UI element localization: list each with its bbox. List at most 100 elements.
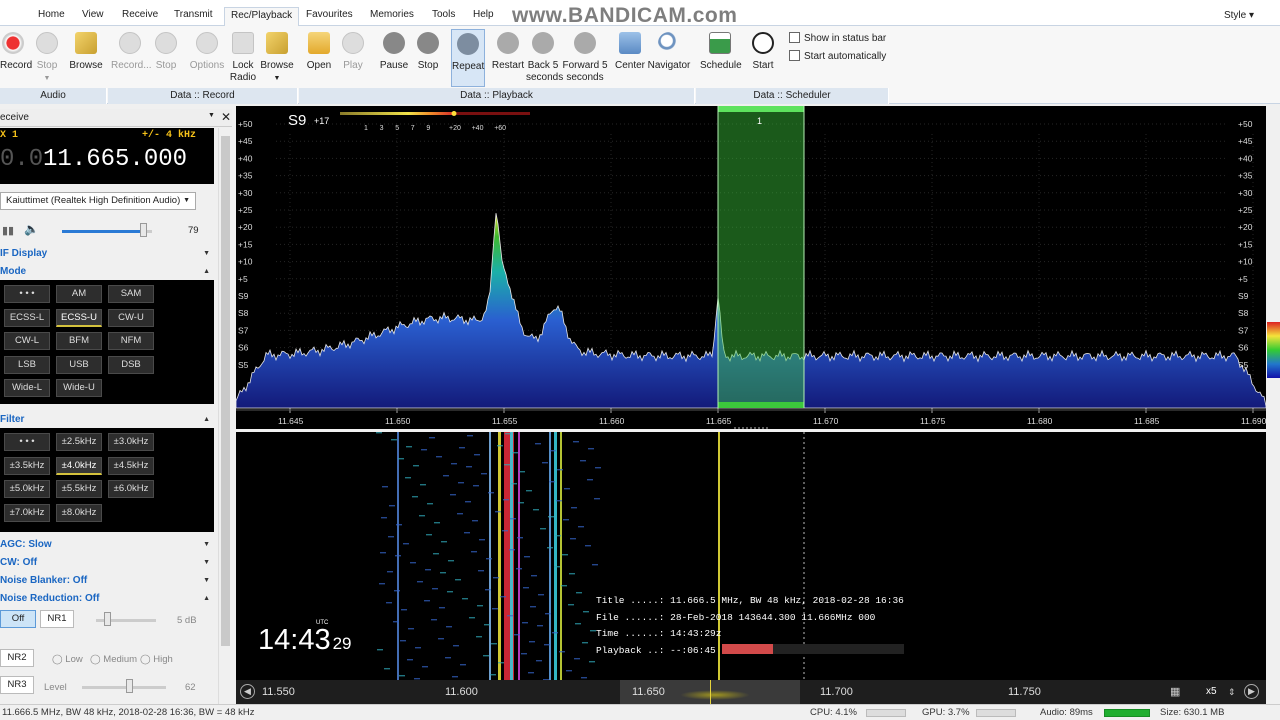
data-record-button[interactable]: Record...	[111, 32, 152, 72]
audio-device-select[interactable]: Kaiuttimet (Realtek High Definition Audi…	[0, 192, 196, 210]
back-5-seconds-button[interactable]: Back 5 seconds	[526, 32, 563, 84]
filter-5.0khz-button[interactable]: ±5.0kHz	[4, 480, 50, 498]
mode-cw-u-button[interactable]: CW-U	[108, 308, 154, 327]
mode-bfm-button[interactable]: BFM	[56, 332, 102, 350]
mode-wide-l-button[interactable]: Wide-L	[4, 379, 50, 397]
filter-4.5khz-button[interactable]: ±4.5kHz	[108, 456, 154, 475]
zoom-value[interactable]: x5	[1206, 686, 1217, 697]
style-menu[interactable]: Style ▾	[1224, 10, 1254, 21]
waterfall-noise-dash	[530, 606, 536, 608]
zoom-fit-icon[interactable]: ▦	[1170, 685, 1180, 698]
left-panel-scrollbar[interactable]	[218, 128, 232, 704]
nr-off-button[interactable]: Off	[0, 610, 36, 628]
playback-stop-button[interactable]: Stop	[414, 32, 442, 72]
filter-3.0khz-button[interactable]: ±3.0kHz	[108, 433, 154, 451]
mode-header[interactable]: Mode ▲	[0, 264, 216, 280]
playback-progress-track[interactable]	[722, 644, 904, 654]
zoom-spin-icon[interactable]: ⇕	[1228, 687, 1236, 698]
center-button[interactable]: Center	[614, 32, 646, 72]
filter-2.5khz-button[interactable]: ±2.5kHz	[56, 433, 102, 451]
waterfall-noise-dash	[436, 456, 442, 458]
data-stop-button[interactable]: Stop	[153, 32, 179, 72]
filter-header[interactable]: Filter ▲	[0, 412, 216, 428]
tab-home[interactable]: Home	[38, 9, 65, 20]
volume-slider-thumb[interactable]	[140, 223, 147, 237]
mode-ecss-l-button[interactable]: ECSS-L	[4, 308, 50, 327]
mode-wide-u-button[interactable]: Wide-U	[56, 379, 102, 397]
open-button[interactable]: Open	[304, 32, 334, 72]
mode-dsb-button[interactable]: DSB	[108, 355, 154, 374]
navigator-button[interactable]: Navigator	[647, 32, 691, 72]
tab-view[interactable]: View	[82, 9, 104, 20]
mode-cw-l-button[interactable]: CW-L	[4, 332, 50, 350]
level-slider-track[interactable]	[82, 686, 166, 689]
frequency-display[interactable]: X 1 +/- 4 kHz 0.0 11.665.000	[0, 128, 214, 184]
medium-radio[interactable]: ◯ Medium	[90, 654, 137, 665]
forward-5-seconds-button[interactable]: Forward 5 seconds	[562, 32, 608, 84]
audio-record-button[interactable]: Record	[0, 32, 32, 72]
mode-am-button[interactable]: AM	[56, 285, 102, 303]
data-browse-button[interactable]: Browse ▼	[260, 32, 294, 85]
tab-rec-playback[interactable]: Rec/Playback	[224, 7, 300, 27]
low-radio[interactable]: ◯ Low	[52, 654, 83, 665]
restart-button[interactable]: Restart	[491, 32, 525, 72]
mode-usb-button[interactable]: USB	[56, 355, 102, 374]
if-display-header[interactable]: IF Display ▼	[0, 246, 216, 262]
waterfall-noise-dash	[595, 467, 601, 469]
play-button[interactable]: Play	[340, 32, 366, 72]
close-icon[interactable]: ✕	[221, 110, 231, 124]
high-radio[interactable]: ◯ High	[140, 654, 173, 665]
nr2-button[interactable]: NR2	[0, 649, 34, 667]
nr1-slider-thumb[interactable]	[104, 612, 111, 626]
schedule-button[interactable]: Schedule	[700, 32, 742, 72]
waterfall-display[interactable]: 14:43 29 UTC Title .....: 11.666.5 MHz, B…	[236, 432, 1266, 680]
mode-sam-button[interactable]: SAM	[108, 285, 154, 303]
tab-favourites[interactable]: Favourites	[306, 9, 353, 20]
data-options-button[interactable]: Options	[188, 32, 226, 72]
nr1-button[interactable]: NR1	[40, 610, 74, 628]
frequency-value: 11.665.000	[43, 146, 188, 173]
left-panel-scroll-thumb[interactable]	[221, 136, 230, 646]
mode--button[interactable]: • • •	[4, 285, 50, 303]
tab-memories[interactable]: Memories	[370, 9, 414, 20]
filter-7.0khz-button[interactable]: ±7.0kHz	[4, 503, 50, 522]
audio-stop-button[interactable]: Stop ▼	[33, 32, 61, 85]
noise-reduction-header[interactable]: Noise Reduction: Off ▲	[0, 591, 216, 607]
level-slider-thumb[interactable]	[126, 679, 133, 693]
spectrum-display[interactable]: 1 3 5 7 9 +20 +40 +60 +50 +50 +45 +45 +40 +40 +35 +35 +3…	[236, 106, 1266, 429]
volume-slider-track[interactable]	[62, 230, 152, 233]
waterfall-noise-dash	[377, 649, 383, 651]
dropdown-arrow-icon[interactable]: ▼	[208, 112, 215, 119]
nr3-button[interactable]: NR3	[0, 676, 34, 694]
speaker-icon[interactable]: 🔈	[24, 222, 39, 236]
scroll-right-icon[interactable]: ▶	[1244, 684, 1259, 699]
filter-3.5khz-button[interactable]: ±3.5kHz	[4, 456, 50, 475]
agc-header[interactable]: AGC: Slow ▼	[0, 537, 216, 553]
noise-blanker-header[interactable]: Noise Blanker: Off ▼	[0, 573, 216, 589]
mode-nfm-button[interactable]: NFM	[108, 332, 154, 350]
cw-header[interactable]: CW: Off ▼	[0, 555, 216, 571]
tab-transmit[interactable]: Transmit	[174, 9, 213, 20]
audio-browse-button[interactable]: Browse	[68, 32, 104, 72]
filter-5.5khz-button[interactable]: ±5.5kHz	[56, 480, 102, 498]
filter-4.0khz-button[interactable]: ±4.0kHz	[56, 456, 102, 475]
restart-icon	[497, 32, 519, 54]
mode-lsb-button[interactable]: LSB	[4, 355, 50, 374]
tab-help[interactable]: Help	[473, 9, 494, 20]
mode-ecss-u-button[interactable]: ECSS-U	[56, 308, 102, 327]
y-axis-label-right: +10	[1238, 257, 1253, 267]
tab-tools[interactable]: Tools	[432, 9, 455, 20]
pause-button[interactable]: Pause	[378, 32, 410, 72]
filter--button[interactable]: • • •	[4, 433, 50, 451]
scheduler-start-button[interactable]: Start	[749, 32, 777, 72]
waterfall-noise-dash	[571, 507, 577, 509]
lock-radio-button[interactable]: Lock Radio	[229, 32, 257, 84]
scroll-left-icon[interactable]: ◀	[240, 684, 255, 699]
frequency-scrollbar[interactable]: ◀ 11.550 11.600 11.650 11.700 11.750 ▦ x…	[236, 680, 1266, 704]
filter-6.0khz-button[interactable]: ±6.0kHz	[108, 480, 154, 498]
start-automatically-checkbox[interactable]: Start automatically	[789, 50, 886, 62]
tab-receive[interactable]: Receive	[122, 9, 158, 20]
filter-8.0khz-button[interactable]: ±8.0kHz	[56, 503, 102, 522]
show-in-status-bar-checkbox[interactable]: Show in status bar	[789, 32, 886, 44]
repeat-button[interactable]: Repeat	[451, 29, 485, 87]
